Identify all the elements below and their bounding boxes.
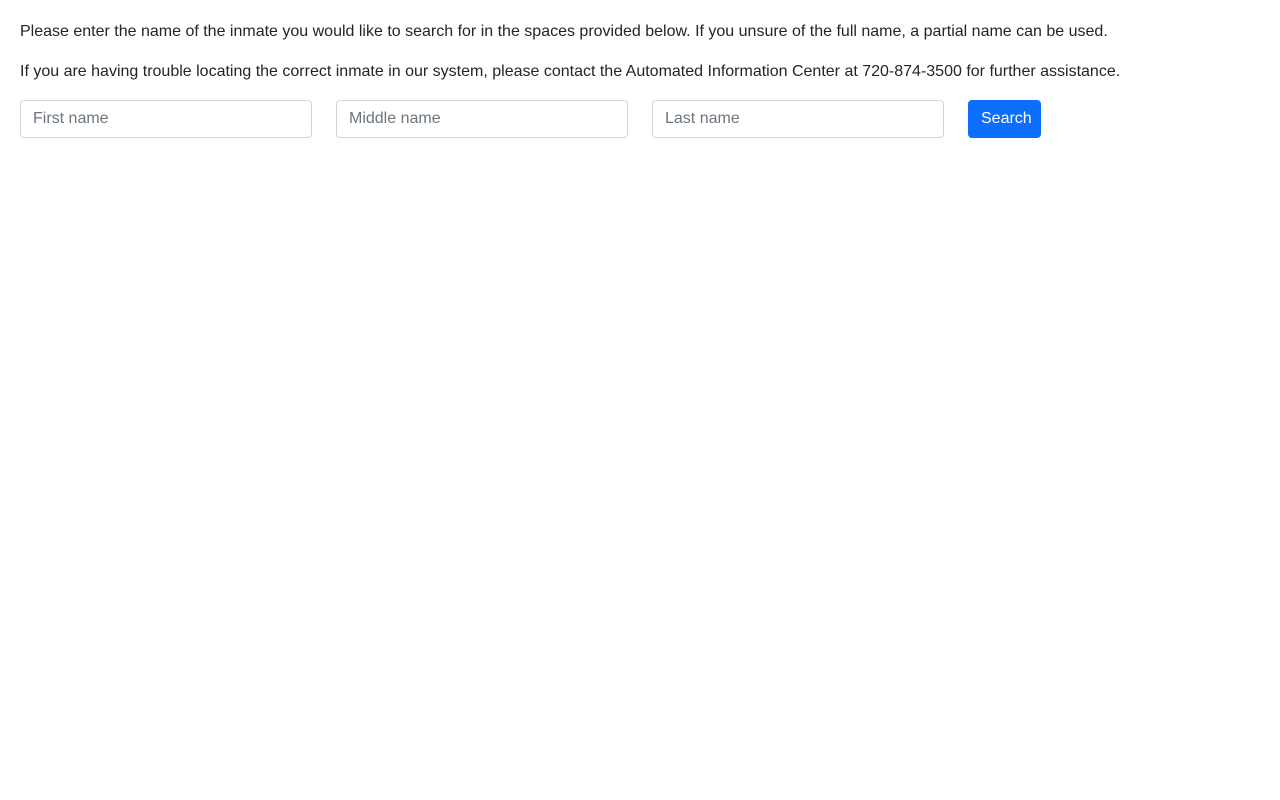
last-name-input[interactable] [652,100,944,138]
assistance-text: If you are having trouble locating the c… [20,63,1121,80]
instructions-text: Please enter the name of the inmate you … [20,23,1108,40]
inmate-search-page: Please enter the name of the inmate you … [0,0,1280,800]
first-name-input[interactable] [20,100,312,138]
search-button[interactable]: Search [968,100,1041,138]
inmate-search-form: Search [20,100,1041,138]
middle-name-input[interactable] [336,100,628,138]
